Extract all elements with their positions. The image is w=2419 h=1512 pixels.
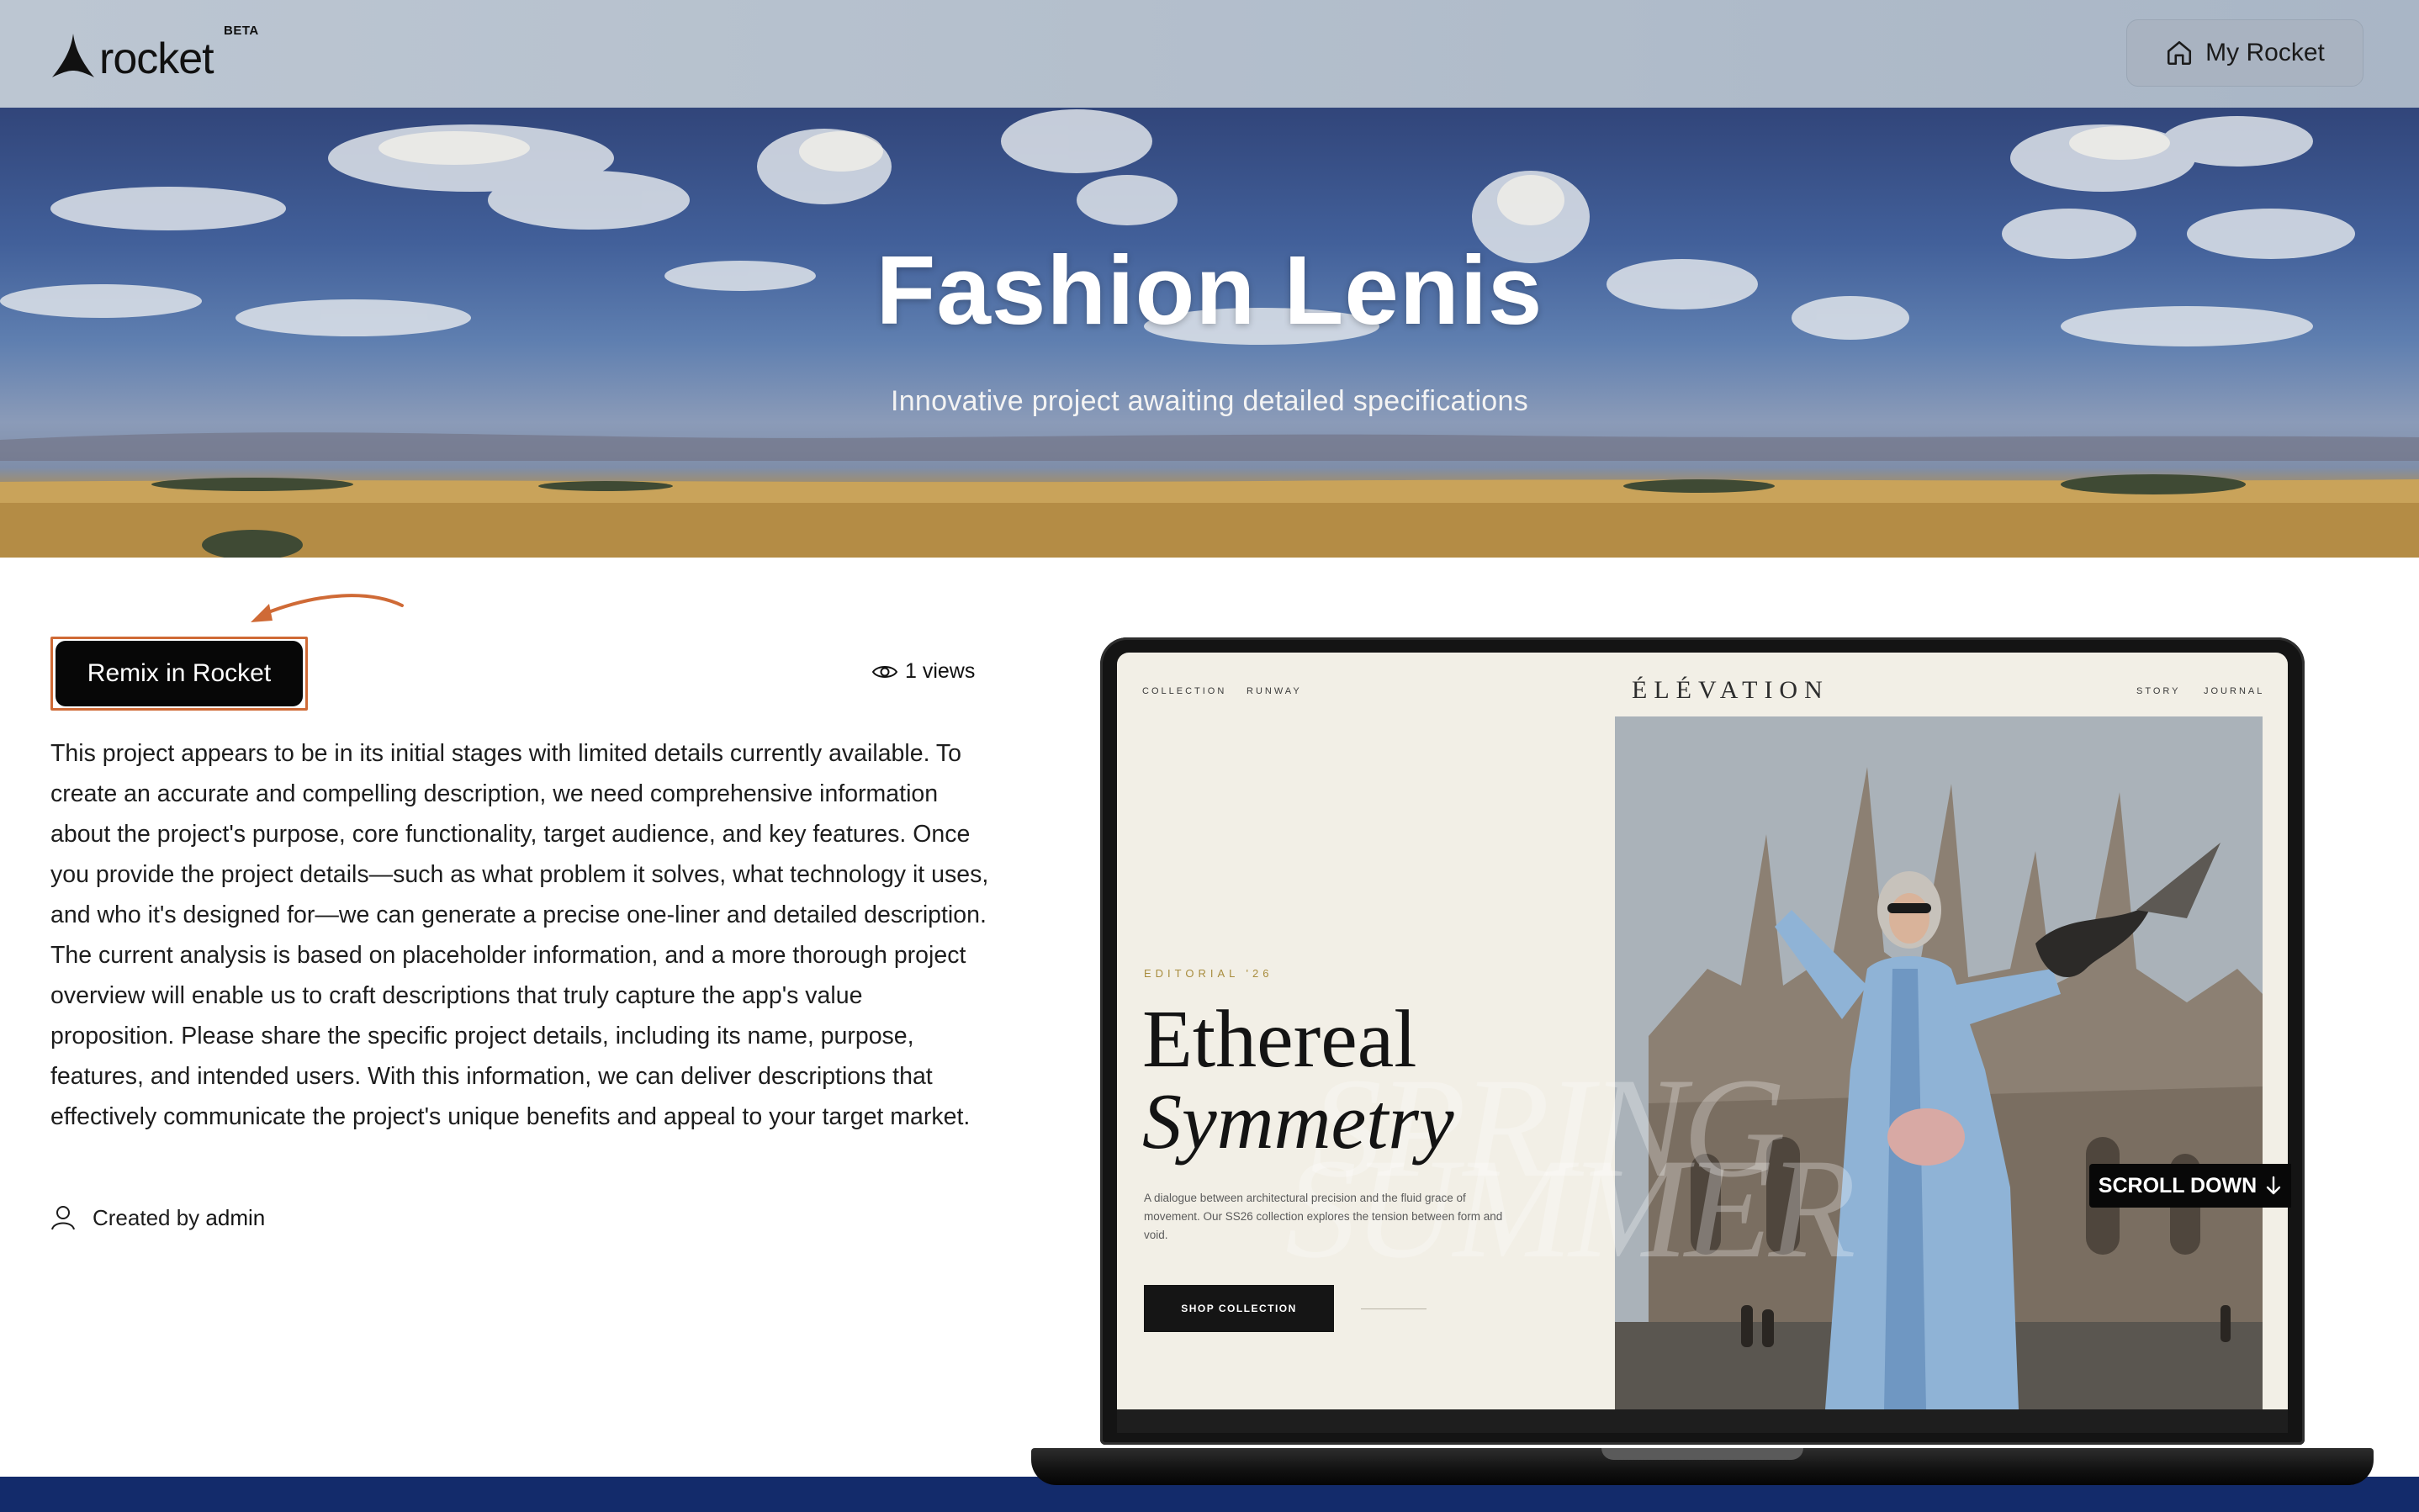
scroll-down-button[interactable]: SCROLL DOWN [2089, 1164, 2291, 1208]
preview-headline-1: Ethereal [1142, 994, 1417, 1085]
laptop-bezel-bottom [1117, 1409, 2288, 1433]
rocket-mark-icon [52, 34, 94, 77]
preview-nav-collection[interactable]: COLLECTION [1142, 686, 1226, 696]
hero-subtitle: Innovative project awaiting detailed spe… [890, 385, 1529, 417]
remix-in-rocket-button[interactable]: Remix in Rocket [56, 641, 303, 706]
created-by-prefix: Created by [93, 1204, 200, 1230]
preview-nav-runway[interactable]: RUNWAY [1247, 686, 1302, 696]
my-rocket-button[interactable]: My Rocket [2126, 19, 2363, 87]
user-icon [51, 1206, 75, 1230]
preview-eyebrow: EDITORIAL '26 [1144, 967, 1273, 980]
views-counter: 1 views [871, 659, 975, 684]
created-by: Created by admin [50, 1204, 265, 1231]
logo-text: rocket [99, 34, 214, 83]
home-icon [2168, 40, 2192, 66]
eye-icon [871, 665, 898, 678]
preview-shop-button[interactable]: SHOP COLLECTION [1144, 1285, 1334, 1332]
preview-nav-story[interactable]: STORY [2136, 686, 2181, 696]
preview-nav-journal[interactable]: JOURNAL [2204, 686, 2264, 696]
laptop-notch [1601, 1448, 1803, 1460]
scroll-down-label: SCROLL DOWN [2098, 1173, 2258, 1197]
rocket-logo[interactable]: rocket [50, 30, 214, 81]
project-preview-screen[interactable]: COLLECTION RUNWAY ÉLÉVATION STORY JOURNA… [1117, 653, 2288, 1409]
hero-banner: Fashion Lenis Innovative project awaitin… [0, 108, 2419, 558]
views-label: 1 views [905, 659, 976, 683]
top-bar: rocket BETA My Rocket [0, 0, 2419, 108]
project-description: This project appears to be in its initia… [50, 740, 989, 1130]
beta-badge: BETA [224, 24, 259, 38]
hero-title: Fashion Lenis [876, 235, 1543, 345]
preview-paragraph: A dialogue between architectural precisi… [1144, 1192, 1503, 1241]
creator-name[interactable]: admin [205, 1205, 265, 1230]
my-rocket-label: My Rocket [2205, 39, 2325, 66]
curved-arrow-icon [251, 594, 404, 622]
preview-headline-2: Symmetry [1142, 1078, 1454, 1166]
preview-divider [1361, 1308, 1427, 1309]
arrow-down-icon [2267, 1176, 2281, 1195]
preview-brand: ÉLÉVATION [1632, 676, 1829, 704]
